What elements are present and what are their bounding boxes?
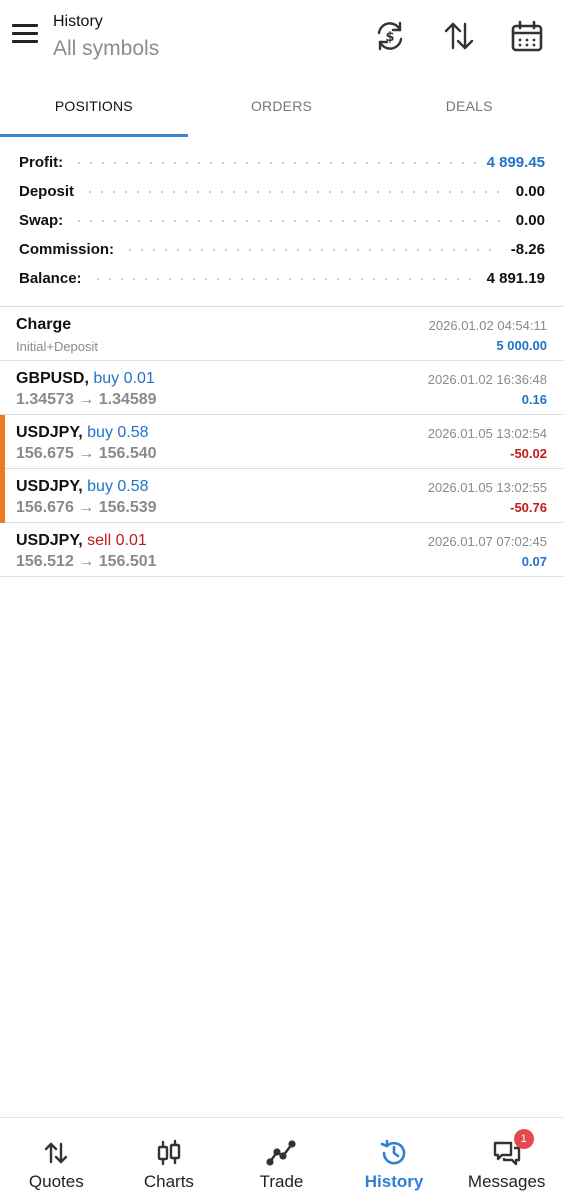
- dotted-leader: [84, 190, 506, 193]
- deal-time: 2026.01.02 16:36:48: [427, 372, 547, 387]
- swap-value: 0.00: [515, 212, 545, 229]
- list-item[interactable]: GBPUSD, buy 0.01 1.34573 → 1.34589 2026.…: [0, 361, 563, 415]
- svg-text:$: $: [385, 30, 394, 45]
- deal-title: USDJPY, buy 0.58: [16, 423, 149, 443]
- page-title: History: [53, 13, 103, 30]
- deal-title: USDJPY, sell 0.01: [16, 531, 147, 551]
- tab-orders[interactable]: ORDERS: [188, 85, 376, 137]
- tab-positions[interactable]: POSITIONS: [0, 85, 188, 137]
- deal-symbol: Charge: [16, 316, 72, 333]
- nav-charts[interactable]: Charts: [113, 1118, 226, 1200]
- deal-symbol: USDJPY,: [16, 532, 83, 549]
- messages-icon: 1: [492, 1129, 534, 1168]
- summary-row-commission: Commission: -8.26: [19, 235, 545, 264]
- deal-prices: 156.512 → 156.501: [16, 553, 157, 570]
- list-item[interactable]: USDJPY, buy 0.58 156.676 → 156.539 2026.…: [0, 469, 563, 523]
- nav-trade[interactable]: Trade: [225, 1118, 338, 1200]
- candlestick-icon: [154, 1138, 184, 1168]
- bottom-navigation: Quotes Charts Trade History 1 Messages: [0, 1117, 563, 1200]
- deal-amount: 0.07: [521, 554, 547, 569]
- deal-amount: -50.76: [510, 500, 547, 515]
- app-header: History All symbols $: [0, 0, 563, 85]
- title-block: History All symbols: [53, 12, 159, 64]
- trade-line-icon: [266, 1138, 297, 1168]
- sort-arrows-icon[interactable]: [441, 18, 477, 54]
- deal-symbol: USDJPY,: [16, 424, 83, 441]
- deal-side: sell 0.01: [87, 532, 147, 549]
- deal-time: 2026.01.07 07:02:45: [427, 534, 547, 549]
- calendar-icon[interactable]: [509, 18, 545, 54]
- swap-label: Swap:: [19, 212, 64, 229]
- nav-label: Charts: [143, 1172, 194, 1191]
- deal-side: buy 0.58: [87, 478, 149, 495]
- dotted-leader: [91, 277, 477, 280]
- unread-badge: 1: [513, 1129, 534, 1149]
- deal-title: Charge: [16, 315, 71, 335]
- summary-row-profit: Profit: 4 899.45: [19, 148, 545, 177]
- balance-value: 4 891.19: [486, 270, 545, 287]
- deal-time: 2026.01.05 13:02:55: [427, 480, 547, 495]
- deal-prices: 156.675 → 156.540: [16, 445, 157, 462]
- deal-title: USDJPY, buy 0.58: [16, 477, 149, 497]
- nav-label: Quotes: [28, 1172, 84, 1191]
- deposit-value: 0.00: [515, 183, 545, 200]
- list-item[interactable]: USDJPY, buy 0.58 156.675 → 156.540 2026.…: [0, 415, 563, 469]
- deal-title: GBPUSD, buy 0.01: [16, 369, 155, 389]
- list-item[interactable]: Charge Initial+Deposit 2026.01.02 04:54:…: [0, 307, 563, 361]
- dotted-leader: [73, 161, 477, 164]
- symbol-filter[interactable]: All symbols: [53, 34, 159, 64]
- currency-refresh-icon[interactable]: $: [372, 18, 408, 54]
- summary-row-balance: Balance: 4 891.19: [19, 264, 545, 293]
- deal-amount: -50.02: [510, 446, 547, 461]
- deal-amount: 5 000.00: [496, 338, 547, 353]
- balance-label: Balance:: [19, 270, 82, 287]
- deal-symbol: USDJPY,: [16, 478, 83, 495]
- nav-label: Messages: [467, 1172, 546, 1191]
- nav-label: History: [364, 1172, 424, 1191]
- deal-time: 2026.01.05 13:02:54: [427, 426, 547, 441]
- deal-detail: Initial+Deposit: [16, 339, 99, 354]
- dotted-leader: [124, 248, 501, 251]
- deal-amount: 0.16: [521, 392, 547, 407]
- quotes-arrows-icon: [41, 1138, 71, 1168]
- nav-messages[interactable]: 1 Messages: [450, 1118, 563, 1200]
- nav-label: Trade: [259, 1172, 304, 1191]
- profit-label: Profit:: [19, 154, 64, 171]
- summary-panel: Profit: 4 899.45 Deposit 0.00 Swap: 0.00…: [19, 148, 545, 293]
- deals-list: Charge Initial+Deposit 2026.01.02 04:54:…: [0, 307, 563, 577]
- profit-value: 4 899.45: [486, 154, 545, 171]
- list-item[interactable]: USDJPY, sell 0.01 156.512 → 156.501 2026…: [0, 523, 563, 577]
- deal-symbol: GBPUSD,: [16, 370, 89, 387]
- deal-side: buy 0.01: [93, 370, 155, 387]
- tab-deals[interactable]: DEALS: [375, 85, 563, 137]
- deposit-label: Deposit: [19, 183, 75, 200]
- history-screen: History All symbols $ POSITIONS ORDERS D…: [0, 0, 563, 1200]
- deal-time: 2026.01.02 04:54:11: [428, 318, 547, 333]
- commission-label: Commission:: [19, 241, 115, 258]
- nav-quotes[interactable]: Quotes: [0, 1118, 113, 1200]
- summary-row-swap: Swap: 0.00: [19, 206, 545, 235]
- summary-row-deposit: Deposit 0.00: [19, 177, 545, 206]
- history-clock-icon: [379, 1138, 409, 1168]
- nav-history[interactable]: History: [338, 1118, 451, 1200]
- deal-prices: 156.676 → 156.539: [16, 499, 157, 516]
- commission-value: -8.26: [510, 241, 545, 258]
- menu-icon[interactable]: [12, 24, 40, 50]
- history-tabs: POSITIONS ORDERS DEALS: [0, 85, 563, 137]
- dotted-leader: [73, 219, 506, 222]
- deal-prices: 1.34573 → 1.34589: [16, 391, 157, 408]
- deal-side: buy 0.58: [87, 424, 149, 441]
